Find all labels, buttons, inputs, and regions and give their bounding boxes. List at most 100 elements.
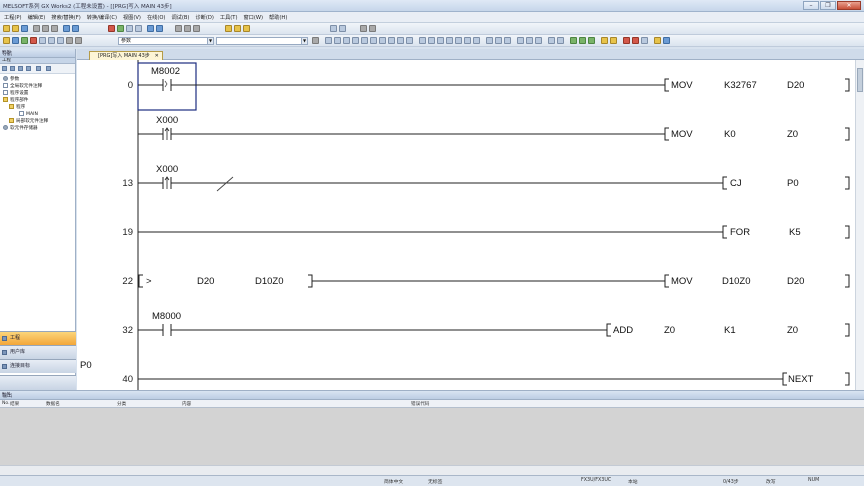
output-window-icon[interactable]: [30, 37, 37, 44]
coil-icon[interactable]: [361, 37, 368, 44]
device-combo[interactable]: ▼: [216, 37, 308, 45]
open-contact-icon[interactable]: [325, 37, 332, 44]
simulation-start-icon[interactable]: [360, 25, 367, 32]
monitor-stop-icon[interactable]: [135, 25, 142, 32]
delete-line-icon[interactable]: [495, 37, 502, 44]
close-icon[interactable]: ✕: [155, 52, 159, 60]
properties-icon[interactable]: [26, 66, 31, 71]
restore-button[interactable]: ❐: [820, 1, 836, 10]
inline-st-icon[interactable]: [504, 37, 511, 44]
watch-icon[interactable]: [57, 37, 64, 44]
close-button[interactable]: ✕: [837, 1, 861, 10]
expand-all-icon[interactable]: [10, 66, 15, 71]
collapse-all-icon[interactable]: [2, 66, 7, 71]
device-search-icon[interactable]: [175, 25, 182, 32]
operation-result-fall-icon[interactable]: [473, 37, 480, 44]
tab-main-program[interactable]: [PRG]写入 MAIN 43步 ✕: [89, 51, 163, 60]
minimize-button[interactable]: –: [803, 1, 819, 10]
menu-debug[interactable]: 调试(B): [168, 14, 192, 21]
read-plc-icon[interactable]: [117, 25, 124, 32]
ladder-symbol-icon[interactable]: [610, 37, 617, 44]
falling-branch-icon[interactable]: [446, 37, 453, 44]
vertical-line-icon[interactable]: [388, 37, 395, 44]
menu-tool[interactable]: 工具(T): [217, 14, 241, 21]
paste-icon[interactable]: [51, 25, 58, 32]
menu-online[interactable]: 在线(O): [144, 14, 169, 21]
step-run-icon[interactable]: [632, 37, 639, 44]
operation-result-rise-icon[interactable]: [464, 37, 471, 44]
rung-40[interactable]: NEXT: [138, 372, 850, 386]
open-branch-icon[interactable]: [334, 37, 341, 44]
tree-item-main[interactable]: MAIN: [0, 111, 75, 118]
application-instruction-icon[interactable]: [370, 37, 377, 44]
rung-13[interactable]: X000 CJ P0: [138, 164, 850, 192]
copy-icon[interactable]: [42, 25, 49, 32]
instruction-search-icon[interactable]: [184, 25, 191, 32]
tree-item-program[interactable]: 程序: [0, 104, 75, 111]
note-icon[interactable]: [243, 25, 250, 32]
function-block-icon[interactable]: [570, 37, 577, 44]
label-icon[interactable]: [579, 37, 586, 44]
column-header[interactable]: No.: [2, 401, 10, 406]
tree-item-local-comment[interactable]: 局部软元件注释: [0, 118, 75, 125]
menu-view[interactable]: 视图(V): [120, 14, 144, 21]
rising-pulse-icon[interactable]: [419, 37, 426, 44]
column-header[interactable]: 错误代码: [411, 401, 429, 407]
draw-line-icon[interactable]: [486, 37, 493, 44]
rung-1[interactable]: X000 MOV K0 Z0: [138, 115, 850, 141]
column-header[interactable]: 分类: [117, 401, 126, 407]
menu-convert-compile[interactable]: 转换/编译(C): [84, 14, 120, 21]
menu-project[interactable]: 工程(P): [1, 14, 25, 21]
delete-vertical-icon[interactable]: [406, 37, 413, 44]
partial-run-icon[interactable]: [641, 37, 648, 44]
menu-help[interactable]: 帮助(H): [266, 14, 290, 21]
tree-item-program-setting[interactable]: 程序设置: [0, 90, 75, 97]
pin-icon[interactable]: ▾ ✕: [2, 49, 72, 55]
filter-icon[interactable]: [36, 66, 41, 71]
tree-item-device-memory[interactable]: 软元件存储器: [0, 125, 75, 132]
column-header[interactable]: 结果: [10, 401, 19, 407]
delete-horizontal-icon[interactable]: [397, 37, 404, 44]
intelligent-module-icon[interactable]: [66, 37, 73, 44]
write-mode-icon[interactable]: [517, 37, 524, 44]
zoom-out-icon[interactable]: [339, 25, 346, 32]
cross-ref-window-icon[interactable]: [39, 37, 46, 44]
device-list-icon[interactable]: [48, 37, 55, 44]
write-plc-icon[interactable]: [108, 25, 115, 32]
tab-project[interactable]: 工程: [0, 331, 76, 345]
simulation-stop-icon[interactable]: [369, 25, 376, 32]
horizontal-line-icon[interactable]: [379, 37, 386, 44]
pin-icon[interactable]: ▾ ✕: [2, 391, 861, 397]
undo-icon[interactable]: [63, 25, 70, 32]
menu-find-replace[interactable]: 搜索/替换(F): [48, 14, 84, 21]
convert-icon[interactable]: [147, 25, 154, 32]
closed-contact-icon[interactable]: [343, 37, 350, 44]
rising-branch-icon[interactable]: [437, 37, 444, 44]
rung-19[interactable]: FOR K5: [138, 225, 850, 239]
new-project-icon[interactable]: [3, 25, 10, 32]
parts-selection-icon[interactable]: [21, 37, 28, 44]
refresh-icon[interactable]: [46, 66, 51, 71]
output-list[interactable]: [0, 408, 864, 465]
redo-icon[interactable]: [72, 25, 79, 32]
zoom-in-icon[interactable]: [330, 25, 337, 32]
tree-item-program-parts[interactable]: 程序部件: [0, 97, 75, 104]
comment-icon[interactable]: [225, 25, 232, 32]
tree-item-global-comment[interactable]: 全局软元件注释: [0, 83, 75, 90]
closed-branch-icon[interactable]: [352, 37, 359, 44]
vertical-scrollbar[interactable]: [855, 60, 864, 390]
tab-connection-destination[interactable]: 连接目标: [0, 359, 76, 373]
convert-all-icon[interactable]: [156, 25, 163, 32]
ladder-diagram[interactable]: P0 0 13 19 22 32 40 M8002 MOV K32767 D20: [77, 60, 864, 390]
rung-22[interactable]: > D20 D10Z0 MOV D10Z0 D20: [138, 274, 850, 288]
navigation-icon[interactable]: [12, 37, 19, 44]
device-comment-icon[interactable]: [75, 37, 82, 44]
zoom-icon[interactable]: [663, 37, 670, 44]
menu-edit[interactable]: 编辑(E): [25, 14, 49, 21]
breakpoint-icon[interactable]: [623, 37, 630, 44]
device-display-icon[interactable]: [548, 37, 555, 44]
statement-icon[interactable]: [234, 25, 241, 32]
scrollbar-thumb[interactable]: [857, 68, 863, 92]
sort-icon[interactable]: [18, 66, 23, 71]
template-icon[interactable]: [601, 37, 608, 44]
